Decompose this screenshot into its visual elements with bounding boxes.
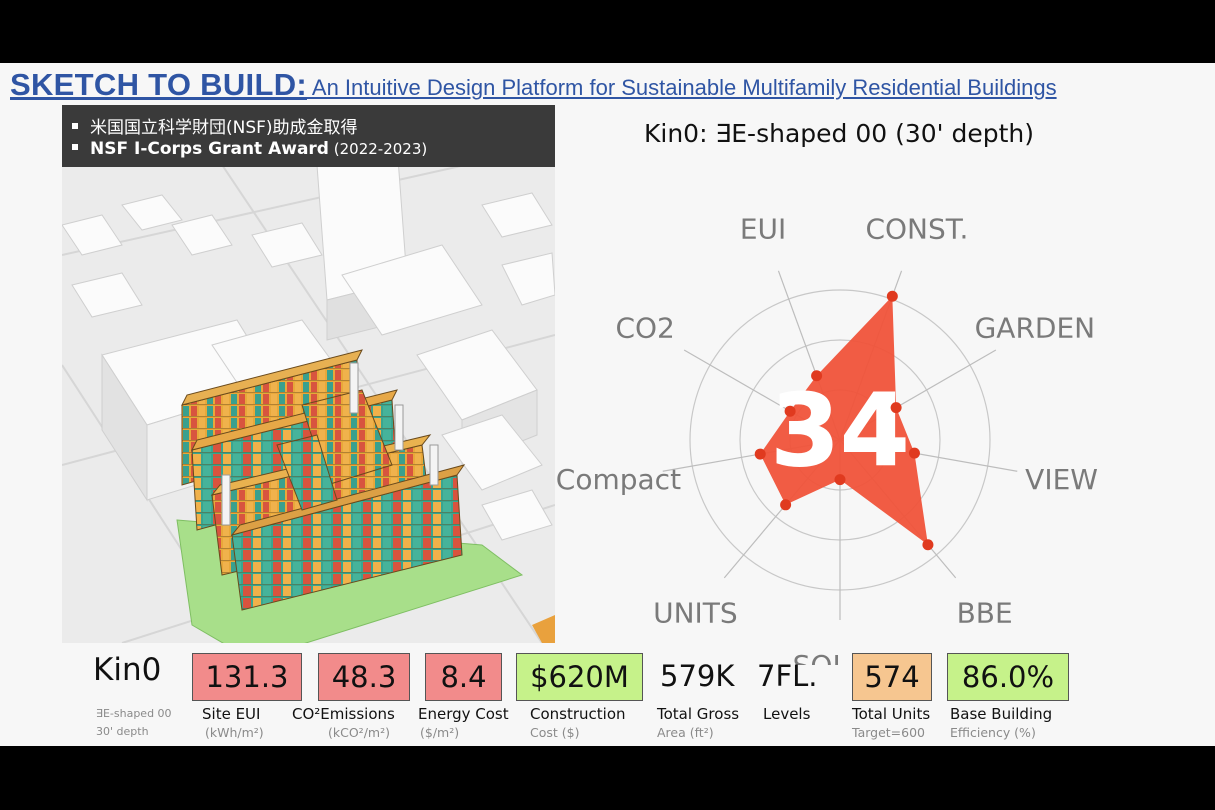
radar-point (811, 370, 823, 382)
energy-cost-label: Energy Cost (418, 705, 509, 723)
total-units-value: 574 (852, 653, 932, 701)
grant-item-icorps: NSF I-Corps Grant Award (2022-2023) (72, 139, 427, 159)
total-units-target: Target=600 (852, 725, 926, 740)
building-rendering (62, 105, 555, 643)
slide: SKETCH TO BUILD: An Intuitive Design Pla… (0, 63, 1215, 746)
construction-label: Construction (530, 705, 626, 723)
center-score: 34 (770, 372, 909, 489)
bbe-label: Base Building (950, 705, 1053, 723)
radar-chart: Kin0: ∃E-shaped 00 (30' depth) 34 EUI CON… (556, 119, 1098, 665)
site-eui-value: 131.3 (192, 653, 302, 701)
radar-point (784, 405, 796, 417)
metrics-bar: Kin0 ∃E-shaped 00 30' depth 131.3 Site E… (0, 647, 1215, 746)
radar-point (834, 474, 846, 486)
radar-axis-label: CO2 (615, 312, 674, 345)
radar-axis-label: Compact (556, 463, 681, 496)
radar-point (886, 290, 898, 302)
bullet-icon (72, 144, 78, 150)
title-subtitle: An Intuitive Design Platform for Sustain… (307, 75, 1057, 100)
bbe-unit: Efficiency (%) (950, 725, 1036, 740)
radar-point (922, 539, 934, 551)
levels-label: Levels (763, 705, 811, 723)
radar-axis-label: UNITS (653, 596, 738, 629)
radar-axis-label: CONST. (865, 213, 968, 246)
kin-depth: 30' depth (96, 725, 149, 738)
emissions-value: 48.3 (318, 653, 410, 701)
total-gross-value: 579K (660, 659, 735, 693)
site-eui-label: Site EUI (202, 705, 261, 723)
total-units-label: Total Units (852, 705, 931, 723)
levels-value: 7FL. (757, 659, 818, 693)
radar-axis-label: BBE (957, 596, 1013, 629)
construction-value: $620M (516, 653, 643, 701)
radar-point (754, 448, 766, 460)
energy-cost-unit: ($/m²) (420, 725, 460, 740)
grant-years: (2022-2023) (328, 140, 428, 158)
emissions-label: CO²Emissions (292, 705, 395, 723)
kin-shape: ∃E-shaped 00 (96, 707, 172, 720)
bbe-value: 86.0% (947, 653, 1069, 701)
total-gross-label: Total Gross (657, 705, 740, 723)
grant-item-nsf-jp: 米国国立科学財団(NSF)助成金取得 (72, 113, 358, 138)
radar-point (890, 402, 902, 414)
radar-axis-label: VIEW (1025, 463, 1098, 496)
total-gross-unit: Area (ft²) (657, 725, 714, 740)
grant-text: NSF I-Corps Grant Award (90, 139, 329, 159)
construction-unit: Cost ($) (530, 725, 580, 740)
site-eui-unit: (kWh/m²) (205, 725, 264, 740)
radar-point (908, 447, 920, 459)
emissions-unit: (kCO²/m²) (328, 725, 390, 740)
title-main: SKETCH TO BUILD: (10, 67, 307, 102)
kin-name: Kin0 (93, 652, 162, 688)
energy-cost-value: 8.4 (425, 653, 502, 701)
radar-axis-label: EUI (740, 213, 786, 246)
radar-point (780, 499, 792, 511)
grant-text: 米国国立科学財団(NSF)助成金取得 (90, 118, 358, 138)
bullet-icon (72, 123, 78, 129)
radar-axis-label: GARDEN (975, 312, 1096, 345)
chart-title: Kin0: ∃E-shaped 00 (30' depth) (644, 119, 1034, 148)
slide-title: SKETCH TO BUILD: An Intuitive Design Pla… (10, 67, 1205, 107)
grant-box: 米国国立科学財団(NSF)助成金取得 NSF I-Corps Grant Awa… (62, 105, 555, 167)
